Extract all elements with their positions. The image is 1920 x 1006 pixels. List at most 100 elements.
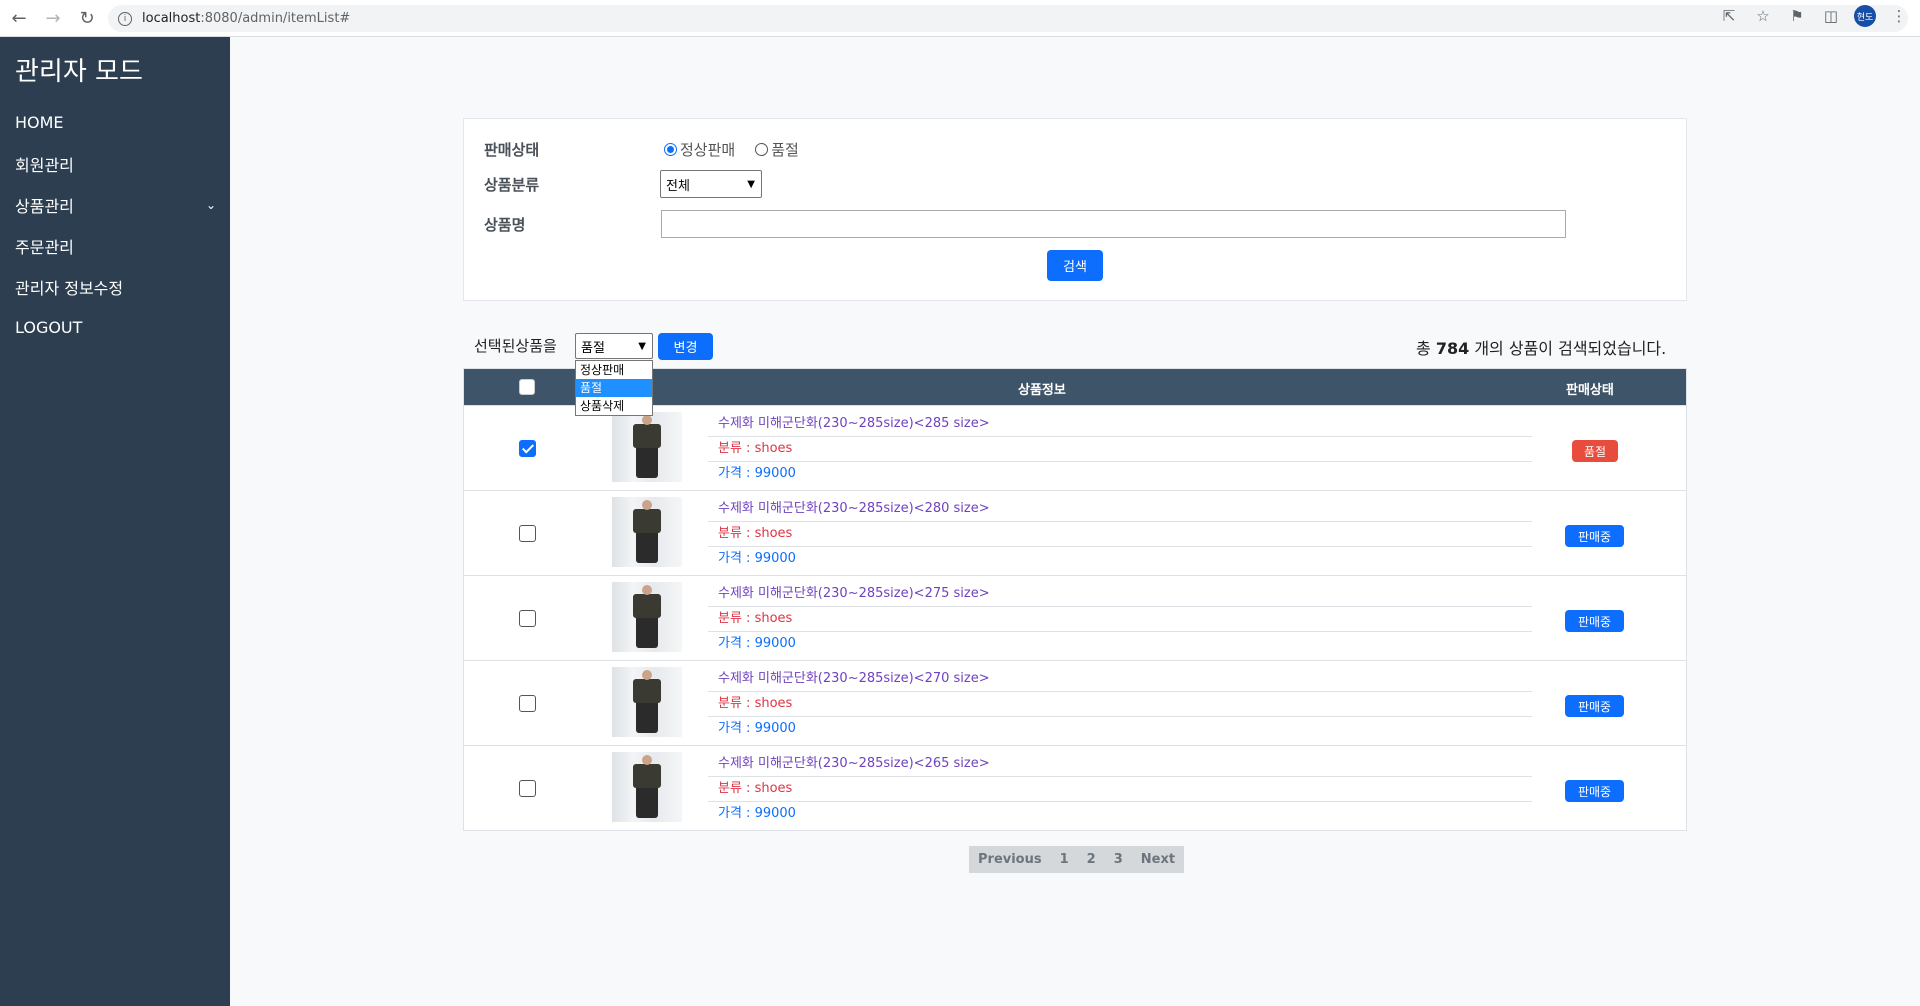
dropdown-option-delete[interactable]: 상품삭제 [576,397,652,415]
sidebar-item-logout[interactable]: LOGOUT [0,307,230,348]
url-host: localhost [142,11,201,26]
reload-icon[interactable]: ↻ [72,3,102,33]
header-status: 판매상태 [1566,383,1614,398]
pagination-next[interactable]: Next [1132,846,1184,873]
category-select[interactable]: 전체 ▼ [660,170,762,198]
category-select-value: 전체 [666,178,690,194]
sidebar-item-label: HOME [15,113,64,132]
product-category: 분류 : shoes [708,437,1532,462]
bookmark-star-icon[interactable]: ☆ [1752,5,1774,27]
sidebar: 관리자 모드 HOME 회원관리 상품관리 ⌄ 주문관리 관리자 정보수정 LOG… [0,37,230,1006]
sidebar-item-label: 관리자 정보수정 [15,278,124,298]
radio-selected-icon [664,143,677,156]
product-name-input[interactable] [661,210,1566,238]
share-icon[interactable]: ⇱ [1718,5,1740,27]
sidebar-item-label: LOGOUT [15,318,83,337]
result-count: 총 784 개의 상품이 검색되었습니다. [1416,335,1666,359]
dropdown-option-normal[interactable]: 정상판매 [576,361,652,379]
search-form: 판매상태 정상판매 품절 상품분류 전체 ▼ 상품명 검색 [463,118,1687,301]
chevron-down-icon: ▼ [638,340,646,352]
product-price: 가격 : 99000 [718,551,796,566]
status-radio-normal[interactable]: 정상판매 [664,139,735,160]
sidebar-item-label: 회원관리 [15,155,74,175]
status-badge: 품절 [1572,440,1618,462]
status-badge: 판매중 [1565,780,1624,802]
sidebar-item-products[interactable]: 상품관리 ⌄ [0,184,230,225]
menu-dots-icon[interactable]: ⋮ [1888,5,1910,27]
status-radio-soldout[interactable]: 품절 [755,139,799,160]
product-thumbnail[interactable] [612,667,682,737]
sidebar-item-label: 주문관리 [15,237,74,257]
product-name-link[interactable]: 수제화 미해군단화(230~285size)<270 size> [708,667,1532,692]
sidebar-item-members[interactable]: 회원관리 [0,143,230,184]
product-price: 가격 : 99000 [718,636,796,651]
site-info-icon[interactable]: i [118,11,132,26]
sidebar-item-orders[interactable]: 주문관리 [0,225,230,266]
product-name-link[interactable]: 수제화 미해군단화(230~285size)<280 size> [708,497,1532,522]
product-category: 분류 : shoes [708,777,1532,802]
header-product-info: 상품정보 [1018,383,1066,398]
status-badge: 판매중 [1565,525,1624,547]
table-row: 수제화 미해군단화(230~285size)<285 size> 분류 : sh… [464,405,1686,490]
result-number: 784 [1435,339,1470,358]
pagination: Previous 1 2 3 Next [969,846,1185,873]
product-price: 가격 : 99000 [718,721,796,736]
product-name-link[interactable]: 수제화 미해군단화(230~285size)<265 size> [708,752,1532,777]
pagination-page-1[interactable]: 1 [1051,846,1078,873]
sidebar-item-admin-info[interactable]: 관리자 정보수정 [0,266,230,307]
profile-avatar[interactable]: 현도 [1854,5,1876,27]
status-label: 판매상태 [484,141,540,159]
chevron-down-icon: ⌄ [205,197,216,212]
result-prefix: 총 [1416,339,1431,358]
row-checkbox[interactable] [519,440,536,457]
table-row: 수제화 미해군단화(230~285size)<275 size> 분류 : sh… [464,575,1686,660]
dropdown-option-soldout[interactable]: 품절 [576,379,652,397]
url-path: :8080/admin/itemList# [200,11,351,26]
bulk-action-label: 선택된상품을 [474,337,557,355]
change-button[interactable]: 변경 [658,333,713,360]
chevron-down-icon: ▼ [747,178,755,190]
product-thumbnail[interactable] [612,752,682,822]
pagination-page-2[interactable]: 2 [1078,846,1105,873]
sidebar-title: 관리자 모드 [15,57,143,87]
row-checkbox[interactable] [519,780,536,797]
product-price: 가격 : 99000 [718,466,796,481]
bulk-status-dropdown: 정상판매 품절 상품삭제 [575,360,653,416]
url-text: localhost:8080/admin/itemList# [142,11,350,26]
bulk-select-value: 품절 [581,340,605,356]
status-badge: 판매중 [1565,695,1624,717]
side-panel-icon[interactable]: ◫ [1820,5,1842,27]
table-row: 수제화 미해군단화(230~285size)<280 size> 분류 : sh… [464,490,1686,575]
row-checkbox[interactable] [519,695,536,712]
product-thumbnail[interactable] [612,497,682,567]
radio-label: 품절 [771,141,799,159]
product-thumbnail[interactable] [612,582,682,652]
row-checkbox[interactable] [519,525,536,542]
product-category: 분류 : shoes [708,522,1532,547]
select-all-checkbox[interactable] [519,379,535,395]
category-label: 상품분류 [484,175,540,194]
product-name-label: 상품명 [484,215,526,234]
address-bar[interactable]: i localhost:8080/admin/itemList# [108,5,1908,32]
back-icon[interactable]: ← [4,3,34,33]
row-checkbox[interactable] [519,610,536,627]
sidebar-item-label: 상품관리 [15,196,74,216]
product-thumbnail[interactable] [612,412,682,482]
product-price: 가격 : 99000 [718,806,796,821]
radio-unselected-icon [755,143,769,156]
extensions-icon[interactable]: ⚑ [1786,5,1808,27]
table-row: 수제화 미해군단화(230~285size)<265 size> 분류 : sh… [464,745,1686,830]
table-row: 수제화 미해군단화(230~285size)<270 size> 분류 : sh… [464,660,1686,745]
product-category: 분류 : shoes [708,607,1532,632]
sidebar-item-home[interactable]: HOME [0,102,230,143]
pagination-page-3[interactable]: 3 [1105,846,1132,873]
product-table: 상품정보 판매상태 수제화 미해군단화(230~285size)<285 siz… [463,368,1687,831]
result-suffix: 개의 상품이 검색되었습니다. [1474,339,1667,358]
bulk-status-select[interactable]: 품절 ▼ [575,333,653,359]
product-name-link[interactable]: 수제화 미해군단화(230~285size)<275 size> [708,582,1532,607]
product-name-link[interactable]: 수제화 미해군단화(230~285size)<285 size> [708,412,1532,437]
forward-icon[interactable]: → [38,3,68,33]
search-button[interactable]: 검색 [1047,250,1103,281]
product-category: 분류 : shoes [708,692,1532,717]
pagination-previous[interactable]: Previous [969,846,1051,873]
